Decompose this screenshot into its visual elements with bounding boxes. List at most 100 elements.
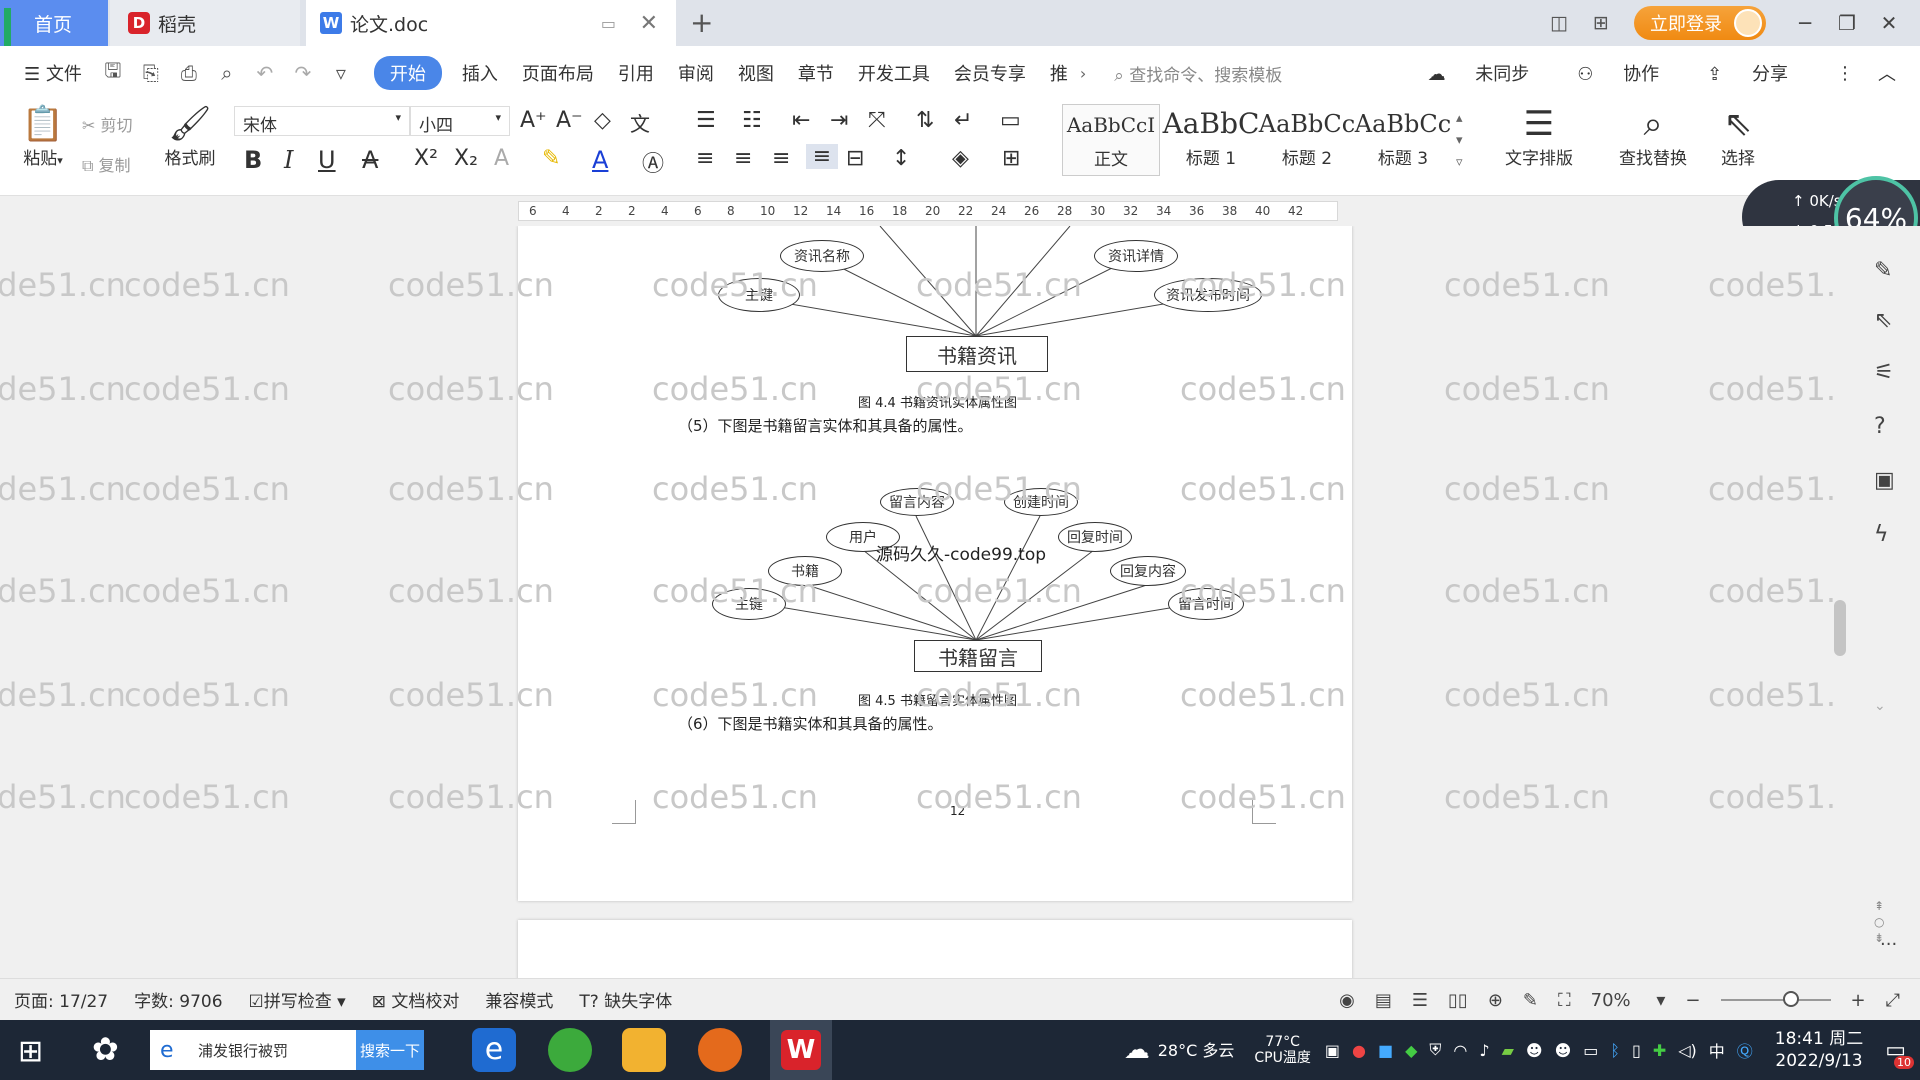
more-options-icon[interactable]: ⋮ bbox=[1836, 63, 1854, 84]
app-game-icon[interactable] bbox=[698, 1028, 742, 1072]
style-heading-2[interactable]: AaBbCc 标题 2 bbox=[1258, 104, 1356, 176]
document-area[interactable]: 资讯名称 主键 资讯详情 资讯发布时间 书籍资讯 图 4.4 书籍资讯实体属性图… bbox=[0, 226, 1836, 978]
menu-dev-tools[interactable]: 开发工具 bbox=[846, 60, 942, 86]
bullet-list-icon[interactable]: ☰ bbox=[696, 108, 716, 133]
windows-start-icon[interactable]: ⊞ bbox=[18, 1034, 43, 1069]
tray-plus-icon[interactable]: ✚ bbox=[1653, 1041, 1666, 1060]
tray-app-icon[interactable]: ● bbox=[1352, 1041, 1366, 1060]
zoom-in-icon[interactable]: + bbox=[1851, 990, 1866, 1011]
export-icon[interactable]: ⎘ bbox=[132, 61, 170, 85]
close-window-icon[interactable]: ✕ bbox=[1868, 11, 1910, 35]
taskbar-search-button[interactable]: 搜索一下 bbox=[356, 1030, 424, 1070]
redo-icon[interactable]: ↷ bbox=[284, 61, 322, 85]
tray-app-icon[interactable]: ◆ bbox=[1405, 1041, 1417, 1060]
scroll-down-icon[interactable]: ⌄ bbox=[1874, 698, 1886, 714]
format-painter-button[interactable]: 🖌 格式刷 bbox=[162, 104, 218, 169]
spell-check-button[interactable]: ☑拼写检查 ▾ bbox=[249, 987, 346, 1012]
page-view-icon[interactable]: ▤ bbox=[1375, 990, 1392, 1011]
vertical-scrollbar[interactable] bbox=[1834, 600, 1846, 656]
select-button[interactable]: ⇖ 选择 bbox=[1710, 104, 1766, 169]
tray-q-icon[interactable]: Ⓠ bbox=[1737, 1038, 1753, 1062]
usb-icon[interactable]: ▯ bbox=[1632, 1041, 1641, 1060]
proofread-button[interactable]: ⊠ 文档校对 bbox=[372, 987, 460, 1012]
nvidia-icon[interactable]: ▰ bbox=[1502, 1041, 1514, 1060]
outline-view-icon[interactable]: ☰ bbox=[1412, 990, 1428, 1011]
phonetic-icon[interactable]: 文 bbox=[630, 108, 650, 137]
zoom-out-icon[interactable]: − bbox=[1685, 990, 1700, 1011]
superscript-icon[interactable]: X² bbox=[414, 146, 438, 171]
file-explorer-icon[interactable] bbox=[622, 1028, 666, 1072]
text-effect-icon[interactable]: A bbox=[494, 146, 509, 171]
ie-browser-icon[interactable]: e bbox=[472, 1028, 516, 1072]
tray-app-icon[interactable]: ■ bbox=[1378, 1041, 1393, 1060]
fit-page-icon[interactable]: ⛶ bbox=[1558, 990, 1571, 1011]
sort-icon[interactable]: ⇅ bbox=[916, 108, 934, 133]
new-tab-button[interactable]: + bbox=[690, 6, 713, 39]
menu-start[interactable]: 开始 bbox=[373, 56, 442, 90]
text-direction-icon[interactable]: ⤧ bbox=[868, 108, 886, 133]
align-right-icon[interactable]: ≡ bbox=[772, 146, 790, 171]
taskbar-search[interactable]: e 浦发银行被罚 搜索一下 bbox=[150, 1030, 424, 1070]
lightning-icon[interactable]: ϟ bbox=[1874, 522, 1889, 547]
tab-close-icon[interactable]: ✕ bbox=[640, 11, 658, 36]
login-button[interactable]: 立即登录 bbox=[1634, 6, 1766, 40]
bold-icon[interactable]: B bbox=[244, 146, 262, 174]
line-break-icon[interactable]: ↵ bbox=[954, 108, 972, 133]
qq-icon[interactable]: ☻ bbox=[1555, 1041, 1572, 1060]
menu-file[interactable]: ☰ 文件 bbox=[24, 60, 94, 86]
clear-format-icon[interactable]: ◇ bbox=[594, 108, 611, 133]
eye-protect-icon[interactable]: ◉ bbox=[1339, 990, 1355, 1011]
paste-button[interactable]: 📋 粘贴▾ bbox=[18, 104, 68, 169]
line-spacing-icon[interactable]: ↕ bbox=[892, 146, 910, 171]
ruler-track[interactable]: 6 4 2 2 4 6 8 10 12 14 16 18 20 22 24 26 28 30 32 34 36 38 40 4… bbox=[518, 201, 1338, 221]
restore-icon[interactable]: ❐ bbox=[1826, 11, 1868, 35]
shrink-font-icon[interactable]: A⁻ bbox=[556, 108, 583, 133]
menu-review[interactable]: 审阅 bbox=[666, 60, 726, 86]
command-search[interactable]: ⌕ 查找命令、搜索模板 bbox=[1114, 61, 1282, 86]
text-layout-button[interactable]: ☰ 文字排版 bbox=[1494, 104, 1584, 169]
notification-icon[interactable]: ▭ 10 bbox=[1885, 1038, 1914, 1069]
bell-icon[interactable]: ♪ bbox=[1479, 1041, 1489, 1060]
bluetooth-icon[interactable]: ᛒ bbox=[1610, 1041, 1620, 1060]
align-left-icon[interactable]: ≡ bbox=[696, 146, 714, 171]
document-page[interactable]: 资讯名称 主键 资讯详情 资讯发布时间 书籍资讯 图 4.4 书籍资讯实体属性图… bbox=[518, 226, 1352, 901]
image-icon[interactable]: ▣ bbox=[1874, 468, 1895, 493]
missing-font-button[interactable]: T? 缺失字体 bbox=[579, 987, 672, 1012]
help-icon[interactable]: ? bbox=[1874, 414, 1886, 439]
menu-references[interactable]: 引用 bbox=[606, 60, 666, 86]
font-size-select[interactable]: 小四 ▾ bbox=[410, 106, 510, 136]
ime-indicator[interactable]: 中 bbox=[1709, 1038, 1725, 1062]
select-cursor-icon[interactable]: ⇖ bbox=[1874, 308, 1892, 333]
print-preview-icon[interactable]: ⌕ bbox=[208, 61, 246, 85]
menu-member[interactable]: 会员专享 bbox=[942, 60, 1038, 86]
word-count[interactable]: 字数: 9706 bbox=[134, 987, 222, 1012]
qq-icon[interactable]: ☻ bbox=[1526, 1041, 1543, 1060]
numbered-list-icon[interactable]: ☷ bbox=[742, 108, 762, 133]
style-heading-3[interactable]: AaBbCc 标题 3 bbox=[1354, 104, 1452, 176]
underline-icon[interactable]: U bbox=[318, 146, 336, 174]
strikethrough-icon[interactable]: A bbox=[362, 146, 378, 174]
page-indicator[interactable]: 页面: 17/27 bbox=[14, 987, 108, 1012]
style-heading-1[interactable]: AaBbC 标题 1 bbox=[1162, 104, 1260, 176]
font-name-select[interactable]: 宋体 ▾ bbox=[234, 106, 410, 136]
menu-recommend[interactable]: 推 bbox=[1038, 60, 1080, 86]
menu-chapter[interactable]: 章节 bbox=[786, 60, 846, 86]
volume-icon[interactable]: ◁) bbox=[1678, 1041, 1697, 1060]
wifi-icon[interactable]: ◠ bbox=[1453, 1041, 1467, 1060]
grow-font-icon[interactable]: A⁺ bbox=[520, 108, 547, 133]
tab-daoke[interactable]: D 稻壳 bbox=[110, 0, 300, 46]
shield-icon[interactable]: ⛨ bbox=[1429, 1040, 1441, 1060]
pen-icon[interactable]: ✎ bbox=[1874, 258, 1892, 283]
align-center-icon[interactable]: ≡ bbox=[734, 146, 752, 171]
font-color-icon[interactable]: A bbox=[592, 146, 608, 174]
zoom-slider-knob[interactable] bbox=[1782, 991, 1799, 1007]
highlight-icon[interactable]: ✎ bbox=[542, 146, 560, 171]
write-view-icon[interactable]: ✎ bbox=[1523, 990, 1538, 1011]
italic-icon[interactable]: I bbox=[284, 146, 293, 174]
tab-document[interactable]: W 论文.doc ▭ ✕ bbox=[306, 0, 676, 46]
tray-app-icon[interactable]: ▣ bbox=[1325, 1041, 1340, 1060]
quick-access-dropdown-icon[interactable]: ▿ bbox=[322, 61, 360, 85]
increase-indent-icon[interactable]: ⇥ bbox=[830, 108, 848, 133]
web-view-icon[interactable]: ⊕ bbox=[1488, 990, 1503, 1011]
minimize-icon[interactable]: ─ bbox=[1784, 11, 1826, 35]
